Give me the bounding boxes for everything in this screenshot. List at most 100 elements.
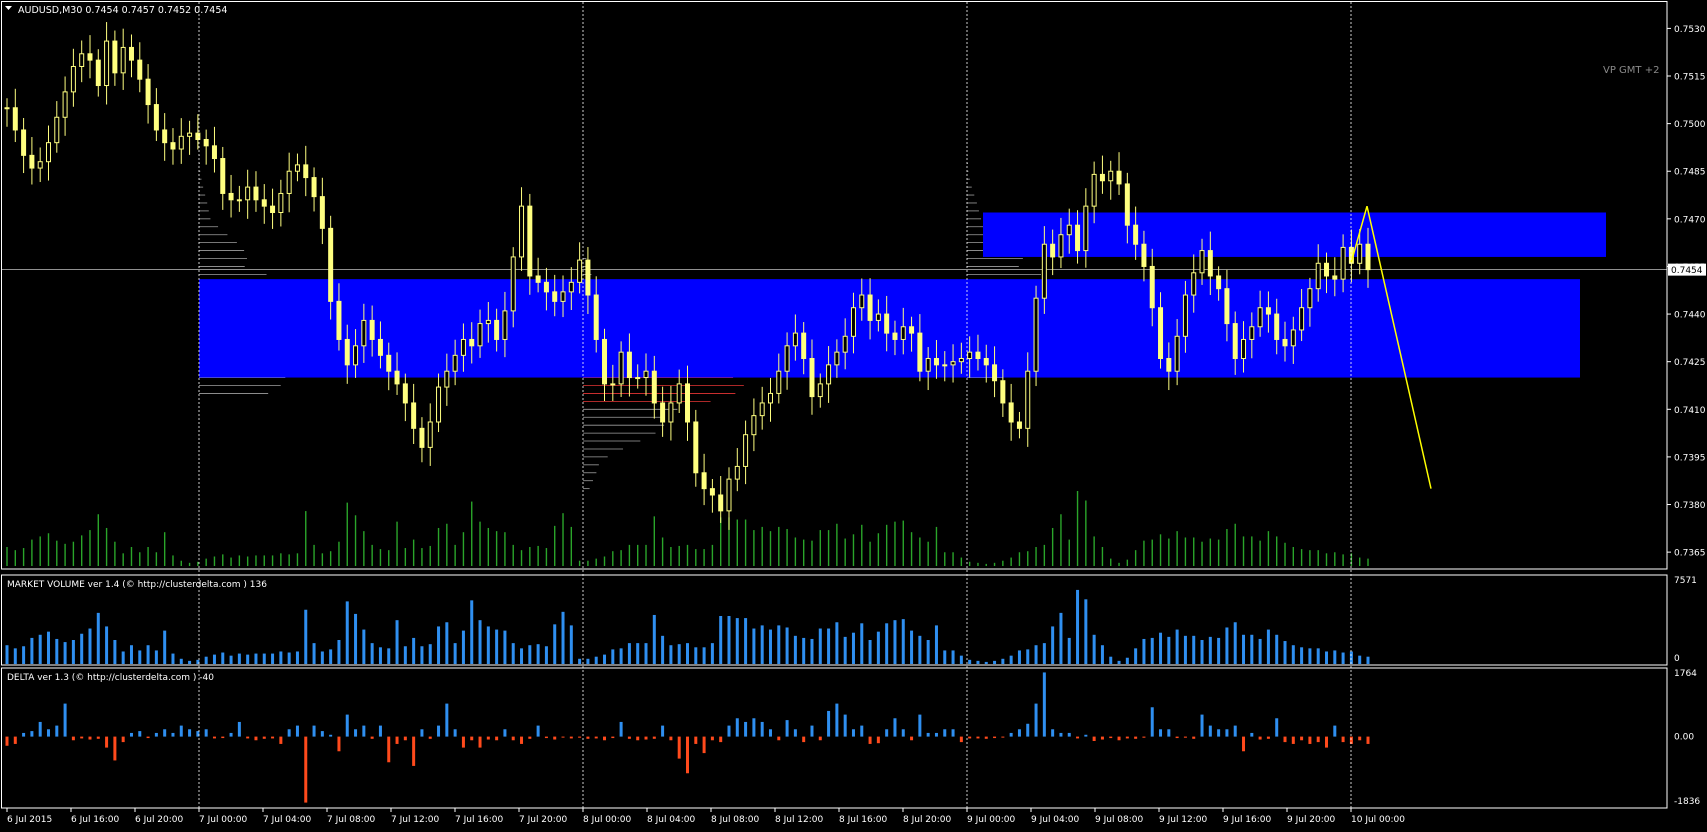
- candle-body[interactable]: [967, 351, 973, 360]
- candle-body[interactable]: [319, 196, 325, 229]
- candle-body[interactable]: [643, 370, 649, 379]
- candle-body[interactable]: [1332, 275, 1338, 280]
- candle-body[interactable]: [1191, 272, 1197, 296]
- candle-body[interactable]: [187, 132, 193, 137]
- candle-body[interactable]: [1075, 224, 1081, 252]
- candle-body[interactable]: [1058, 234, 1064, 258]
- candle-body[interactable]: [1307, 288, 1313, 309]
- candle-body[interactable]: [568, 281, 574, 293]
- candle-body[interactable]: [734, 465, 740, 480]
- candle-body[interactable]: [535, 275, 541, 283]
- candle-body[interactable]: [1249, 326, 1255, 340]
- candle-body[interactable]: [552, 291, 558, 302]
- candle-body[interactable]: [37, 161, 43, 169]
- candle-body[interactable]: [1365, 243, 1371, 271]
- candle-body[interactable]: [120, 46, 126, 74]
- candle-body[interactable]: [685, 383, 690, 423]
- candle-body[interactable]: [1066, 224, 1072, 236]
- candle-body[interactable]: [170, 142, 176, 150]
- candle-body[interactable]: [543, 281, 549, 293]
- candle-body[interactable]: [502, 310, 508, 340]
- candle-body[interactable]: [726, 478, 732, 512]
- candle-body[interactable]: [743, 434, 749, 467]
- candle-body[interactable]: [1099, 173, 1105, 182]
- candle-body[interactable]: [79, 53, 85, 67]
- candle-body[interactable]: [1224, 288, 1230, 325]
- candle-body[interactable]: [162, 129, 168, 144]
- candle-body[interactable]: [1290, 329, 1296, 347]
- candle-body[interactable]: [784, 345, 790, 372]
- candle-body[interactable]: [236, 199, 242, 202]
- candle-body[interactable]: [676, 383, 682, 404]
- candle-body[interactable]: [1199, 250, 1205, 274]
- candle-body[interactable]: [419, 427, 425, 448]
- candle-body[interactable]: [294, 164, 300, 172]
- candle-body[interactable]: [1315, 262, 1321, 290]
- candle-body[interactable]: [477, 323, 483, 347]
- candle-body[interactable]: [29, 154, 35, 169]
- candle-body[interactable]: [220, 158, 226, 194]
- candle-body[interactable]: [87, 53, 93, 61]
- candle-body[interactable]: [975, 351, 981, 360]
- candle-body[interactable]: [1158, 307, 1164, 360]
- candle-body[interactable]: [909, 326, 915, 334]
- candle-body[interactable]: [1282, 338, 1288, 347]
- candle-body[interactable]: [1182, 294, 1188, 337]
- candle-body[interactable]: [145, 78, 151, 106]
- candle-body[interactable]: [12, 107, 18, 131]
- candle-body[interactable]: [626, 351, 632, 379]
- candle-body[interactable]: [21, 129, 27, 156]
- candle-body[interactable]: [834, 351, 840, 366]
- candle-body[interactable]: [369, 319, 375, 340]
- candle-body[interactable]: [817, 383, 823, 398]
- candle-body[interactable]: [519, 205, 525, 258]
- candle-body[interactable]: [950, 361, 956, 366]
- candle-body[interactable]: [402, 383, 408, 404]
- candle-body[interactable]: [1108, 170, 1114, 182]
- candle-body[interactable]: [842, 335, 848, 353]
- candle-body[interactable]: [859, 294, 865, 309]
- candle-body[interactable]: [1174, 335, 1180, 372]
- candle-body[interactable]: [353, 345, 359, 366]
- candle-body[interactable]: [668, 402, 674, 423]
- candle-body[interactable]: [1091, 173, 1097, 207]
- candle-body[interactable]: [153, 104, 159, 131]
- candle-body[interactable]: [104, 40, 110, 87]
- candle-body[interactable]: [1083, 205, 1089, 252]
- candle-body[interactable]: [527, 205, 533, 277]
- candle-body[interactable]: [494, 319, 500, 340]
- candle-body[interactable]: [1324, 262, 1330, 277]
- candle-body[interactable]: [875, 313, 881, 321]
- supply-demand-zone[interactable]: [199, 279, 1580, 378]
- candle-body[interactable]: [809, 358, 815, 398]
- candle-body[interactable]: [1033, 297, 1039, 372]
- candle-body[interactable]: [70, 65, 76, 93]
- candle-body[interactable]: [767, 392, 773, 404]
- candle-body[interactable]: [718, 494, 724, 512]
- candle-body[interactable]: [303, 164, 309, 179]
- candle-body[interactable]: [1265, 307, 1271, 315]
- candle-body[interactable]: [469, 338, 475, 347]
- candle-body[interactable]: [577, 259, 583, 283]
- candle-body[interactable]: [826, 364, 832, 385]
- candle-body[interactable]: [436, 386, 442, 423]
- candle-body[interactable]: [336, 300, 342, 340]
- candle-body[interactable]: [245, 186, 251, 201]
- candle-body[interactable]: [850, 307, 856, 337]
- candle-body[interactable]: [1274, 313, 1280, 340]
- candle-body[interactable]: [651, 370, 657, 404]
- candle-body[interactable]: [933, 358, 939, 366]
- candle-body[interactable]: [776, 370, 782, 394]
- candle-body[interactable]: [178, 135, 184, 150]
- candle-body[interactable]: [992, 364, 998, 382]
- candle-body[interactable]: [660, 402, 666, 423]
- chart-canvas[interactable]: 0.75300.75150.75000.74850.74700.74550.74…: [0, 0, 1707, 828]
- candle-body[interactable]: [1166, 358, 1172, 372]
- candle-body[interactable]: [751, 415, 757, 436]
- candle-body[interactable]: [1141, 243, 1147, 267]
- candle-body[interactable]: [759, 402, 765, 417]
- candle-body[interactable]: [1000, 380, 1006, 404]
- candle-body[interactable]: [427, 421, 433, 448]
- candle-body[interactable]: [460, 338, 466, 356]
- candle-body[interactable]: [1050, 243, 1056, 258]
